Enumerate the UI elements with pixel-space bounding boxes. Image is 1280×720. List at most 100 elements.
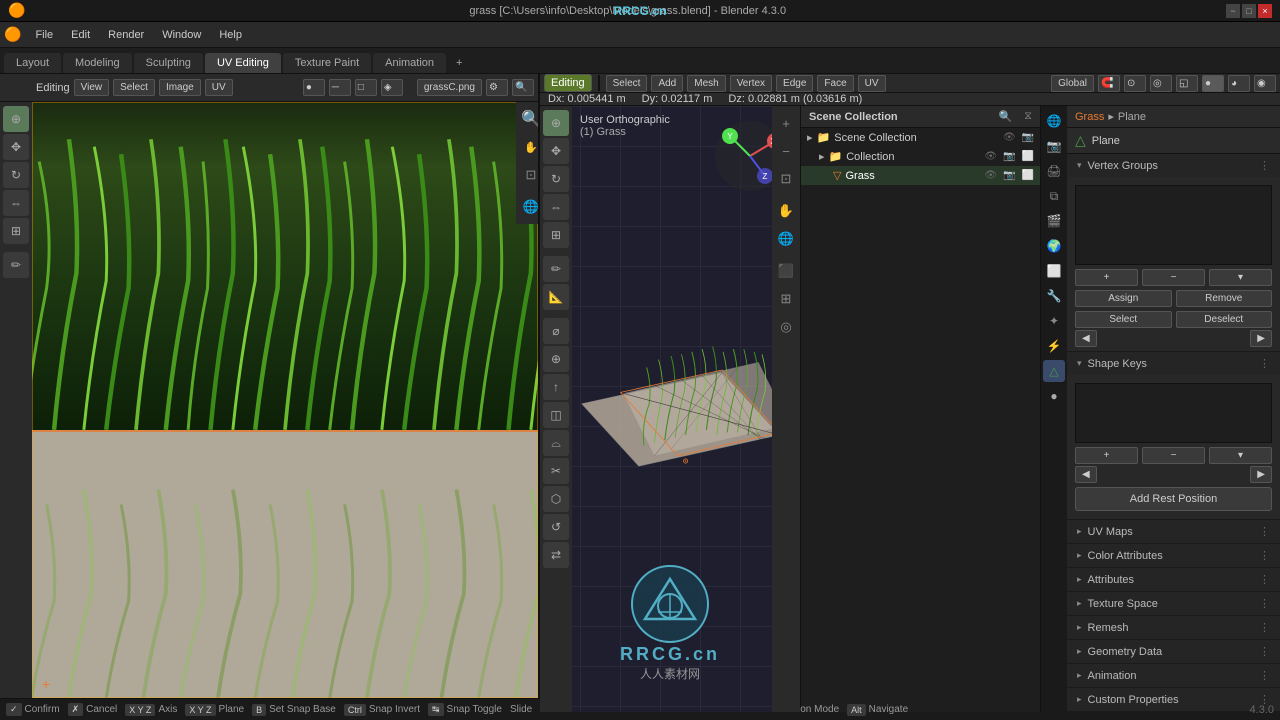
attributes-header[interactable]: ▸ Attributes ⋮ [1067,568,1280,591]
gd-menu-icon[interactable]: ⋮ [1259,645,1270,658]
props-icon-scene2[interactable]: 🎬 [1043,210,1065,232]
uv-zoom-in-btn[interactable]: 🔍 [518,106,538,132]
scene-collection-render[interactable]: 📷 [1022,132,1034,143]
vg-more-btn[interactable]: ▾ [1209,269,1272,286]
uv-zoom-btn[interactable]: 🔍 [512,79,534,96]
vertex-groups-header[interactable]: ▾ Vertex Groups ⋮ [1067,154,1280,177]
color-attributes-header[interactable]: ▸ Color Attributes ⋮ [1067,544,1280,567]
3d-viewport[interactable]: ⊕ ✥ ↻ ⇔ ⊞ ✏ 📐 ⌀ ⊕ ↑ ◫ ⌓ ✂ ⬡ ↺ ⇄ [540,106,800,712]
snap-base-key[interactable]: B [252,704,266,716]
move-tool[interactable]: ✥ [3,134,29,160]
uv-view-btn[interactable]: View [74,79,110,96]
outliner-filter-btn[interactable]: ⧖ [1024,110,1032,123]
add-rest-position-btn[interactable]: Add Rest Position [1075,487,1272,511]
props-icon-view-layer[interactable]: ⧉ [1043,185,1065,207]
sk-next-btn[interactable]: ▶ [1250,466,1272,483]
sk-list[interactable] [1075,383,1272,443]
collection-select-icon[interactable]: ⬜ [1022,151,1034,162]
viewport-view-ortho-btn[interactable]: 🌐 [773,226,799,252]
plane-key[interactable]: X Y Z [185,704,215,716]
snap-toggle-key[interactable]: ↹ [428,703,444,716]
props-icon-render[interactable]: 📷 [1043,135,1065,157]
scene-collection-eye[interactable]: 👁 [1003,132,1016,143]
viewport-pan-btn[interactable]: ✋ [773,198,799,224]
viewport-edge-btn[interactable]: Edge [776,75,813,92]
rotate-tool[interactable]: ↻ [3,162,29,188]
annotate-tool[interactable]: ✏ [3,252,29,278]
uv-select-mode-edge[interactable]: ─ [329,79,351,96]
vg-add-btn[interactable]: + [1075,269,1138,286]
grass-select-icon[interactable]: ⬜ [1022,170,1034,181]
vg-next-btn[interactable]: ▶ [1250,330,1272,347]
snap-invert-key[interactable]: Ctrl [344,704,366,716]
menu-window[interactable]: Window [154,27,209,43]
tab-texture-paint[interactable]: Texture Paint [283,53,371,73]
texture-space-header[interactable]: ▸ Texture Space ⋮ [1067,592,1280,615]
vg-assign-btn[interactable]: Assign [1075,290,1172,307]
animation-header[interactable]: ▸ Animation ⋮ [1067,664,1280,687]
viewport-uv-btn[interactable]: UV [858,75,886,92]
vg-select-btn[interactable]: Select [1075,311,1172,328]
tab-sculpting[interactable]: Sculpting [134,53,203,73]
vg-menu-icon[interactable]: ⋮ [1259,159,1270,172]
vg-prev-btn[interactable]: ◀ [1075,330,1097,347]
collection-render-icon[interactable]: 📷 [1003,151,1015,162]
viewport-zoom-in-btn[interactable]: + [773,110,799,136]
cursor-tool[interactable]: ⊕ [3,106,29,132]
uv-uv-btn[interactable]: UV [205,79,233,96]
uv-view-ortho-btn[interactable]: 🌐 [518,194,538,220]
props-icon-physics[interactable]: ⚡ [1043,335,1065,357]
props-icon-world[interactable]: 🌍 [1043,235,1065,257]
collection-item[interactable]: ▸ 📁 Collection 👁 📷 ⬜ [801,147,1040,166]
viewport-obj-types-btn[interactable]: ⬛ [773,258,799,284]
viewport-select-btn[interactable]: Select [606,75,648,92]
transform-tool[interactable]: ⊞ [3,218,29,244]
outliner-search-icon[interactable]: 🔍 [999,110,1013,123]
props-icon-modifiers[interactable]: 🔧 [1043,285,1065,307]
uv-select-mode-vertex[interactable]: ● [303,79,325,96]
uv-select-btn[interactable]: Select [113,79,155,96]
ca-menu-icon[interactable]: ⋮ [1259,549,1270,562]
viewport-shading-solid[interactable]: ● [1202,75,1224,92]
props-icon-output[interactable]: 🖨 [1043,160,1065,182]
vg-list[interactable] [1075,185,1272,265]
tab-animation[interactable]: Animation [373,53,446,73]
grass-object-item[interactable]: ▽ Grass 👁 📷 ⬜ [801,166,1040,185]
minimize-btn[interactable]: − [1226,4,1240,18]
breadcrumb-mesh[interactable]: Plane [1118,111,1146,123]
custom-properties-header[interactable]: ▸ Custom Properties ⋮ [1067,688,1280,711]
sk-prev-btn[interactable]: ◀ [1075,466,1097,483]
snapping-icon[interactable]: 🧲 [1098,75,1120,92]
scale-tool[interactable]: ⇔ [3,190,29,216]
tab-uv-editing[interactable]: UV Editing [205,53,281,73]
props-icon-particles[interactable]: ✦ [1043,310,1065,332]
shape-keys-header[interactable]: ▾ Shape Keys ⋮ [1067,352,1280,375]
viewport-gizmo-btn[interactable]: ⊞ [773,286,799,312]
viewport-mesh-btn[interactable]: Mesh [687,75,725,92]
attr-menu-icon[interactable]: ⋮ [1259,573,1270,586]
props-icon-scene[interactable]: 🌐 [1043,110,1065,132]
viewport-shading-render[interactable]: ◉ [1254,75,1276,92]
remesh-header[interactable]: ▸ Remesh ⋮ [1067,616,1280,639]
props-icon-obj-data[interactable]: △ [1043,360,1065,382]
viewport-overlay-toggle[interactable]: ◎ [773,314,799,340]
confirm-key[interactable]: ✓ [6,703,22,716]
uv-select-mode-island[interactable]: ◈ [381,79,403,96]
props-icon-object[interactable]: ⬜ [1043,260,1065,282]
anim-menu-icon[interactable]: ⋮ [1259,669,1270,682]
uv-filename-btn[interactable]: grassC.png [417,79,482,96]
axis-key[interactable]: X Y Z [125,704,155,716]
close-btn[interactable]: × [1258,4,1272,18]
breadcrumb-object[interactable]: Grass [1075,111,1104,123]
ts-menu-icon[interactable]: ⋮ [1259,597,1270,610]
vg-remove-sel-btn[interactable]: Remove [1176,290,1273,307]
xray-btn[interactable]: ◱ [1176,75,1198,92]
proportional-edit-btn[interactable]: ⊙ [1124,75,1146,92]
sk-add-btn[interactable]: + [1075,447,1138,464]
sk-more-btn[interactable]: ▾ [1209,447,1272,464]
sk-menu-icon[interactable]: ⋮ [1259,357,1270,370]
viewport-shading-material[interactable]: ◕ [1228,75,1250,92]
viewport-zoom-out-btn[interactable]: − [773,138,799,164]
viewport-mode-selector[interactable]: Editing [544,74,592,92]
tab-add[interactable]: + [448,53,470,73]
